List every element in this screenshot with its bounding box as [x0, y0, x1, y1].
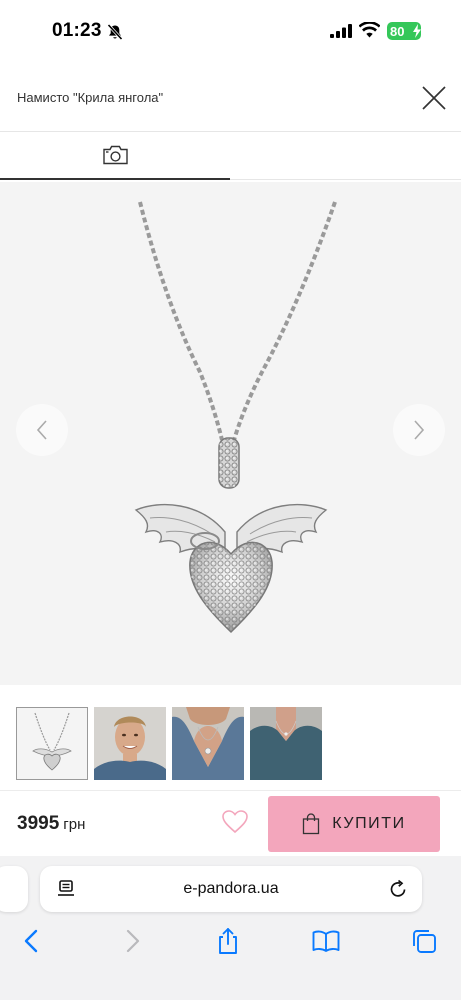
next-image-button[interactable] [393, 404, 445, 456]
buy-button-label: КУПИТИ [332, 815, 406, 832]
reload-icon[interactable] [388, 879, 408, 899]
tabs-icon[interactable] [409, 927, 439, 955]
status-bar: 01:23 80 [0, 0, 461, 62]
buybar-divider [0, 790, 461, 791]
product-price: 3995 грн [17, 813, 85, 835]
tab-divider [230, 179, 461, 180]
price-value: 3995 [17, 813, 60, 834]
bell-off-icon [107, 23, 123, 41]
wifi-icon [359, 22, 380, 38]
battery-level: 80 [390, 23, 405, 39]
thumbnail-product[interactable] [16, 707, 88, 780]
tab-photos[interactable] [0, 132, 230, 180]
chevron-left-icon [36, 420, 47, 440]
share-icon[interactable] [213, 927, 243, 955]
thumbnail-model-3[interactable] [250, 707, 322, 780]
close-icon[interactable] [419, 83, 449, 113]
modal-title: Намисто "Крила янгола" [17, 90, 164, 105]
address-text: e-pandora.ua [183, 880, 279, 897]
necklace-image [134, 201, 337, 634]
forward-icon[interactable] [117, 927, 147, 955]
previous-tab-pill[interactable] [0, 866, 28, 912]
chevron-right-icon [414, 420, 425, 440]
thumbnail-model-2[interactable] [172, 707, 244, 780]
signal-icon [330, 24, 352, 38]
status-time: 01:23 [52, 20, 102, 41]
back-icon[interactable] [17, 927, 47, 955]
price-currency: грн [63, 816, 86, 833]
address-bar[interactable]: e-pandora.ua [40, 866, 422, 912]
thumbnail-model-1[interactable] [94, 707, 166, 780]
previous-image-button[interactable] [16, 404, 68, 456]
camera-icon [102, 145, 128, 165]
buy-button[interactable]: КУПИТИ [268, 796, 440, 852]
battery-icon: 80 [387, 22, 421, 40]
bolt-icon [413, 24, 421, 38]
bookmarks-icon[interactable] [311, 927, 341, 955]
heart-icon[interactable] [221, 809, 249, 835]
product-main-image[interactable] [0, 182, 461, 685]
thumbnail-strip [16, 707, 322, 780]
shopping-bag-icon [303, 813, 320, 835]
